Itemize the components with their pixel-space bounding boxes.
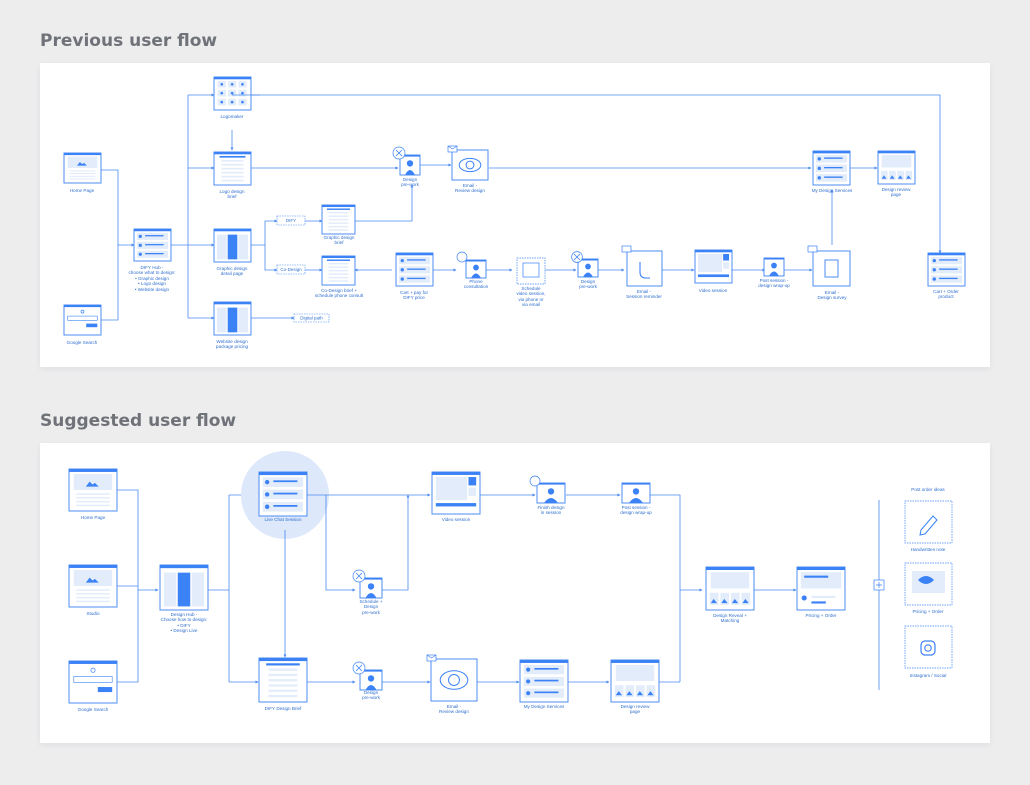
tag-text: DIFY <box>286 218 296 223</box>
node-label: My Design Services <box>523 704 565 709</box>
website-pricing-screen <box>213 301 252 336</box>
node-label: Video session <box>441 517 471 522</box>
cart-order-prev-screen <box>927 252 966 287</box>
tag-text: Digital path <box>300 316 323 321</box>
studio-screen <box>68 564 118 608</box>
node-label: Graphic design detail page <box>216 266 248 277</box>
difx-brief-screen <box>258 657 308 703</box>
logomaker-screen <box>213 76 252 111</box>
live-chat-screen <box>258 471 308 517</box>
node-label: Design Hub - Choose how to design: • DIFY •… <box>160 612 208 634</box>
calendar-icon <box>516 257 546 285</box>
node-label: Email - Design survey <box>817 290 847 301</box>
connector <box>117 489 159 592</box>
node-label: Graphic design brief <box>323 235 355 246</box>
node-label: Email - Review design <box>439 704 469 715</box>
connector <box>101 169 135 247</box>
design-prework-sugg-icon <box>352 661 383 691</box>
node-label: Pricing + Order <box>805 613 837 618</box>
node-label: Logomaker <box>220 114 244 119</box>
my-design-services-prev-screen <box>812 150 851 186</box>
design-review-sugg-screen <box>610 659 660 703</box>
design-review-prev-screen <box>877 150 916 185</box>
node-label: Pricing + Order <box>912 609 944 614</box>
connector <box>650 494 681 682</box>
google-search-sugg-screen <box>68 660 118 704</box>
connector <box>382 494 410 591</box>
node-label: Website design package pricing <box>215 339 249 350</box>
google-search-screen <box>63 304 102 336</box>
phone-icon <box>456 251 468 263</box>
difx-hub-screen <box>133 228 172 262</box>
node-label: Schedule + Design pre-work <box>359 599 383 615</box>
node-label: Design review page <box>881 187 911 198</box>
node-label: Email - Review design <box>455 183 485 194</box>
node-label: Studio <box>86 611 100 616</box>
graphic-brief-screen <box>321 204 356 235</box>
node-label: Post session - design wrap-up <box>620 505 652 516</box>
post-session-sugg-icon <box>621 482 651 504</box>
email-review-sugg-icon <box>426 654 478 702</box>
phone-consult-icon <box>465 259 487 279</box>
node-label: Post session - design wrap-up <box>758 278 790 289</box>
graphic-detail-screen <box>213 228 252 263</box>
design-reveal-screen <box>705 566 755 611</box>
node-label: Live Chat Session <box>264 517 302 522</box>
digital-path-tag: Digital path <box>293 313 330 323</box>
design-prework-mid-icon <box>571 251 599 278</box>
node-label: Finish design in session <box>537 505 565 516</box>
node-label: Design review page <box>620 704 650 715</box>
node-label: Handwritten note <box>910 547 946 552</box>
schedule-prework-icon <box>352 569 383 599</box>
my-design-services-sugg-screen <box>519 659 569 703</box>
node-label: Cart + Order product <box>933 289 959 300</box>
node-label: Google Search <box>66 340 98 345</box>
node-label: Post order ideas <box>911 487 945 492</box>
post-session-prev-icon <box>763 257 785 277</box>
design-hub-screen <box>159 564 209 611</box>
node-label: Google Search <box>77 707 109 712</box>
home-page-screen <box>63 152 102 184</box>
codesign-brief-screen <box>321 255 356 286</box>
node-label: Logo design brief <box>219 189 245 200</box>
connector <box>325 495 356 592</box>
video-session-prev-screen <box>694 249 733 284</box>
connector <box>117 590 139 683</box>
pricing-order-screen <box>796 566 846 611</box>
design-prework-top-icon <box>392 146 421 176</box>
expand-icon <box>873 579 885 591</box>
handwritten-note-icon <box>904 500 953 544</box>
email-review-eye-icon <box>447 145 489 181</box>
connector <box>251 219 278 246</box>
node-label: Design Reveal + Matching <box>713 613 747 624</box>
finish-design-icon <box>536 482 566 504</box>
video-session-sugg-screen <box>431 471 481 515</box>
node-label: Home Page <box>80 515 106 520</box>
difx-tag: DIFY <box>276 215 306 226</box>
tag-text: Co-Design <box>280 267 302 272</box>
node-label: DIFY Hub - choose what to design: • Graphi… <box>128 265 176 292</box>
node-label: Design pre-work <box>362 690 380 701</box>
cart-pay-screen <box>395 252 434 287</box>
home-page-sugg-screen <box>68 468 118 512</box>
codesign-tag: Co-Design <box>276 264 306 275</box>
flow-diagram: Digital path DIFY Co-Design <box>63 76 966 704</box>
node-label: Home Page <box>69 188 95 193</box>
node-label: DIFY Design Brief <box>264 706 302 711</box>
logo-brief-screen <box>213 151 252 186</box>
pricing-order-card-icon <box>904 562 953 606</box>
node-label: Cart + pay for DIFY price <box>400 290 428 301</box>
node-label: Instagram / Social <box>909 673 947 678</box>
check-icon <box>529 475 541 487</box>
connector <box>355 184 414 222</box>
instagram-icon <box>904 625 953 669</box>
